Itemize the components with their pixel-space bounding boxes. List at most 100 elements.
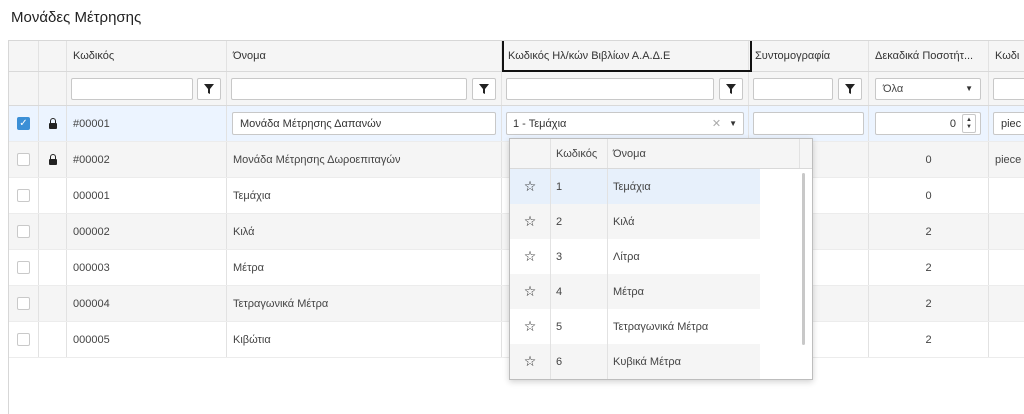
cell-code2 <box>989 286 1024 321</box>
filter-icon <box>479 84 489 94</box>
cell-name: Μονάδα Μέτρησης Δαπανών <box>227 106 502 141</box>
cell-decimals: 2 <box>869 286 989 321</box>
abbreviation-edit-input[interactable] <box>753 112 864 135</box>
filter-icon <box>204 84 214 94</box>
star-outline-icon[interactable]: ☆ <box>524 248 537 265</box>
dropdown-option[interactable]: ☆ 3 Λίτρα <box>510 239 760 274</box>
dropdown-star-cell: ☆ <box>510 169 551 204</box>
header-lock-cell <box>39 41 67 71</box>
dropdown-option-name: Μέτρα <box>613 285 645 298</box>
cell-code: 000005 <box>67 322 227 357</box>
filter-button-name[interactable] <box>472 78 496 100</box>
dropdown-option-name: Κιλά <box>613 215 635 228</box>
dropdown-star-cell: ☆ <box>510 204 551 239</box>
grid-header: Κωδικός Όνομα Κωδικός Ηλ/κών Βιβλίων Α.Α… <box>9 41 1024 72</box>
filter-cell-abbr <box>749 72 869 105</box>
cell-name: Κιλά <box>227 214 502 249</box>
decimals-filter-select[interactable]: Όλα ▼ <box>875 77 981 100</box>
filter-lock-cell <box>39 72 67 105</box>
code2-edit-input[interactable]: piec <box>993 112 1024 135</box>
cell-code2 <box>989 178 1024 213</box>
star-outline-icon[interactable]: ☆ <box>524 283 537 300</box>
cell-name: Μονάδα Μέτρησης Δωροεπιταγών <box>227 142 502 177</box>
aade-code-combobox[interactable]: 1 - Τεμάχια ✕ ▼ <box>506 112 744 135</box>
row-select-cell <box>9 214 39 249</box>
cell-code: 000001 <box>67 178 227 213</box>
dropdown-option-code: 1 <box>551 169 608 204</box>
dropdown-scrollbar[interactable] <box>802 173 805 345</box>
cell-aade: 1 - Τεμάχια ✕ ▼ <box>502 106 749 141</box>
cell-code2: piece <box>989 142 1024 177</box>
filter-input-aade[interactable] <box>506 77 714 100</box>
row-select-cell <box>9 286 39 321</box>
filter-input-code2[interactable] <box>993 77 1024 100</box>
dropdown-header-name: Όνομα <box>608 139 800 168</box>
column-header-name[interactable]: Όνομα <box>227 41 502 71</box>
column-header-code2[interactable]: Κωδι <box>989 41 1024 71</box>
cell-decimals: 2 <box>869 250 989 285</box>
dropdown-option-code: 6 <box>551 344 608 379</box>
filter-cell-name <box>227 72 502 105</box>
column-header-code[interactable]: Κωδικός <box>67 41 227 71</box>
row-lock-cell <box>39 286 67 321</box>
filter-input-abbr[interactable] <box>753 77 833 100</box>
row-checkbox[interactable] <box>17 189 30 202</box>
row-checkbox[interactable] <box>17 225 30 238</box>
dropdown-option[interactable]: ☆ 2 Κιλά <box>510 204 760 239</box>
row-checkbox[interactable]: ✓ <box>17 117 30 130</box>
spinner-arrows-icon[interactable]: ▲ ▼ <box>962 114 976 133</box>
cell-code2 <box>989 250 1024 285</box>
filter-cell-decimals: Όλα ▼ <box>869 72 989 105</box>
dropdown-header: Κωδικός Όνομα <box>510 139 812 169</box>
filter-cell-code <box>67 72 227 105</box>
cell-code2 <box>989 322 1024 357</box>
star-outline-icon[interactable]: ☆ <box>524 178 537 195</box>
row-checkbox[interactable] <box>17 297 30 310</box>
filter-button-code[interactable] <box>197 78 221 100</box>
row-lock-cell <box>39 178 67 213</box>
star-outline-icon[interactable]: ☆ <box>524 213 537 230</box>
lock-icon <box>48 117 57 129</box>
dropdown-star-cell: ☆ <box>510 239 551 274</box>
clear-icon[interactable]: ✕ <box>712 117 721 130</box>
filter-button-abbr[interactable] <box>838 78 862 100</box>
decimals-stepper[interactable]: 0 ▲ ▼ <box>875 112 981 135</box>
dropdown-option[interactable]: ☆ 6 Κυβικά Μέτρα <box>510 344 760 379</box>
row-checkbox[interactable] <box>17 153 30 166</box>
dropdown-option-code: 3 <box>551 239 608 274</box>
row-lock-cell <box>39 250 67 285</box>
cell-name: Τεμάχια <box>227 178 502 213</box>
filter-icon <box>726 84 736 94</box>
filter-row: Όλα ▼ <box>9 72 1024 106</box>
row-select-cell <box>9 178 39 213</box>
row-select-cell <box>9 250 39 285</box>
filter-input-code[interactable] <box>71 77 193 100</box>
column-header-abbreviation[interactable]: Συντομογραφία <box>749 41 869 71</box>
lock-icon <box>48 153 57 165</box>
star-outline-icon[interactable]: ☆ <box>524 318 537 335</box>
dropdown-header-star-cell <box>510 139 551 168</box>
filter-button-aade[interactable] <box>719 78 743 100</box>
table-row[interactable]: ✓ #00001 Μονάδα Μέτρησης Δαπανών 1 - Τεμ… <box>9 106 1024 142</box>
row-checkbox[interactable] <box>17 261 30 274</box>
cell-decimals: 0 <box>869 178 989 213</box>
cell-name: Κιβώτια <box>227 322 502 357</box>
column-header-decimals[interactable]: Δεκαδικά Ποσοτήτ... <box>869 41 989 71</box>
row-lock-cell <box>39 106 67 141</box>
filter-input-name[interactable] <box>231 77 467 100</box>
name-edit-input[interactable]: Μονάδα Μέτρησης Δαπανών <box>232 112 496 135</box>
cell-decimals: 0 ▲ ▼ <box>869 106 989 141</box>
cell-decimals: 2 <box>869 322 989 357</box>
row-checkbox[interactable] <box>17 333 30 346</box>
star-outline-icon[interactable]: ☆ <box>524 353 537 370</box>
dropdown-option[interactable]: ☆ 1 Τεμάχια <box>510 169 760 204</box>
filter-icon <box>845 84 855 94</box>
dropdown-option-name: Κυβικά Μέτρα <box>613 355 681 368</box>
caret-down-icon[interactable]: ▼ <box>729 119 737 128</box>
dropdown-option[interactable]: ☆ 4 Μέτρα <box>510 274 760 309</box>
cell-name: Μέτρα <box>227 250 502 285</box>
dropdown-option[interactable]: ☆ 5 Τετραγωνικά Μέτρα <box>510 309 760 344</box>
column-header-aade-code[interactable]: Κωδικός Ηλ/κών Βιβλίων Α.Α.Δ.Ε <box>502 41 749 71</box>
row-lock-cell <box>39 214 67 249</box>
dropdown-header-code: Κωδικός <box>551 139 608 168</box>
